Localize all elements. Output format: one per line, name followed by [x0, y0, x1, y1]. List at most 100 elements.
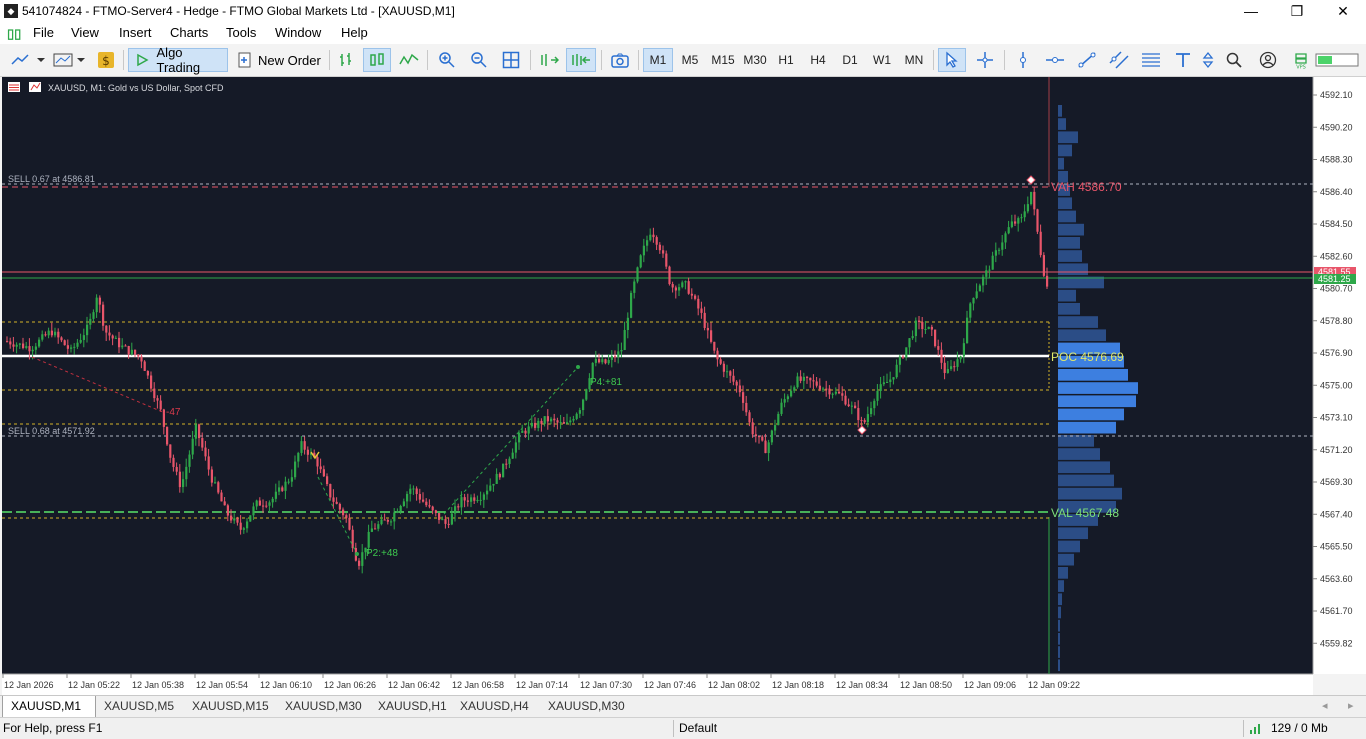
menu-help[interactable]: Help — [341, 25, 368, 40]
candle-body — [153, 388, 156, 399]
tab-xauusd-m30[interactable]: XAUUSD,M30 — [277, 696, 370, 717]
tab-xauusd-m5[interactable]: XAUUSD,M5 — [96, 696, 182, 717]
zoom-in-icon[interactable] — [434, 48, 460, 72]
tf-m5[interactable]: M5 — [675, 48, 705, 72]
candle-body — [866, 414, 869, 423]
menu-file[interactable]: File — [33, 25, 54, 40]
tf-h1[interactable]: H1 — [771, 48, 801, 72]
horizontal-line-icon[interactable] — [1042, 48, 1068, 72]
candlestick-icon[interactable] — [363, 48, 391, 72]
candle-body — [175, 466, 178, 472]
candle-body — [722, 363, 725, 372]
menu-insert[interactable]: Insert — [119, 25, 152, 40]
tab-xauusd-h1[interactable]: XAUUSD,H1 — [370, 696, 455, 717]
algo-trading-button[interactable]: Algo Trading — [128, 45, 228, 75]
chart-template-icon[interactable] — [52, 48, 88, 72]
zoom-out-icon[interactable] — [466, 48, 492, 72]
account-icon[interactable] — [1256, 48, 1280, 72]
line-chart-icon[interactable] — [396, 48, 422, 72]
candle-body — [252, 506, 255, 516]
vps-icon[interactable]: VPS — [1290, 48, 1312, 72]
tile-windows-icon[interactable] — [498, 48, 524, 72]
tf-h4[interactable]: H4 — [803, 48, 833, 72]
candle-body — [767, 442, 770, 454]
candle-body — [230, 515, 233, 521]
candle-body — [508, 458, 511, 464]
arrows-icon[interactable] — [1196, 48, 1220, 72]
candle-body — [271, 498, 274, 503]
auto-scroll-icon[interactable] — [566, 48, 596, 72]
candle-body — [306, 449, 309, 455]
price-chart[interactable]: 4592.10 4590.20 4588.30 4586.40 4584.50 4582.… — [0, 77, 1366, 695]
tf-m1[interactable]: M1 — [643, 48, 673, 72]
candle-body — [1020, 217, 1023, 219]
candle-body — [28, 346, 31, 352]
cursor-icon[interactable] — [938, 48, 966, 72]
candle-body — [1046, 275, 1049, 287]
fibonacci-icon[interactable] — [1138, 48, 1164, 72]
candle-body — [626, 317, 629, 331]
candle-body — [297, 452, 300, 462]
tab-xauusd-m15[interactable]: XAUUSD,M15 — [184, 696, 277, 717]
menu-window[interactable]: Window — [275, 25, 321, 40]
tab-xauusd-m30-2[interactable]: XAUUSD,M30 — [540, 696, 633, 717]
vertical-line-icon[interactable] — [1010, 48, 1036, 72]
candle-body — [217, 482, 220, 493]
candle-body — [796, 376, 799, 388]
close-button[interactable]: ✕ — [1320, 0, 1366, 22]
menu-charts[interactable]: Charts — [170, 25, 208, 40]
tab-xauusd-h4[interactable]: XAUUSD,H4 — [452, 696, 537, 717]
price-tick-label: 4575.00 — [1320, 380, 1353, 390]
tabs-scroll-right-icon[interactable]: ▸ — [1348, 699, 1354, 712]
candle-body — [86, 324, 89, 336]
candle-body — [566, 422, 569, 424]
candle-body — [860, 420, 863, 422]
menu-tools[interactable]: Tools — [226, 25, 256, 40]
new-order-button[interactable]: New Order — [232, 48, 322, 72]
price-tick-label: 4559.82 — [1320, 638, 1353, 648]
tf-d1[interactable]: D1 — [835, 48, 865, 72]
candle-body — [607, 359, 610, 364]
text-tool-icon[interactable] — [1170, 48, 1196, 72]
candle-body — [223, 501, 226, 506]
crosshair-icon[interactable] — [972, 48, 998, 72]
candle-body — [703, 312, 706, 328]
candle-body — [111, 335, 114, 339]
candle-body — [748, 412, 751, 423]
tab-xauusd-m1[interactable]: XAUUSD,M1 — [2, 696, 96, 718]
chart-type-line-icon[interactable] — [8, 48, 48, 72]
channel-icon[interactable] — [1106, 48, 1132, 72]
candle-body — [841, 393, 844, 396]
candle-body — [662, 250, 665, 254]
candle-body — [207, 456, 210, 470]
tf-w1[interactable]: W1 — [867, 48, 897, 72]
tf-mn[interactable]: MN — [899, 48, 929, 72]
candle-body — [578, 410, 581, 414]
chart-window[interactable]: 4592.10 4590.20 4588.30 4586.40 4584.50 4582.… — [0, 77, 1366, 695]
time-tick-label: 12 Jan 08:50 — [900, 680, 952, 690]
candle-body — [118, 337, 121, 348]
minimize-button[interactable]: — — [1228, 0, 1274, 22]
candle-body — [498, 473, 501, 478]
screenshot-icon[interactable] — [607, 48, 633, 72]
bar-chart-icon[interactable] — [334, 48, 358, 72]
maximize-button[interactable]: ❐ — [1274, 0, 1320, 22]
tf-m30[interactable]: M30 — [739, 48, 771, 72]
volume-profile-bar — [1058, 527, 1088, 540]
trendline-icon[interactable] — [1074, 48, 1100, 72]
menu-view[interactable]: View — [71, 25, 99, 40]
search-icon[interactable] — [1222, 48, 1246, 72]
candle-body — [953, 366, 956, 368]
market-icon[interactable]: $ — [94, 48, 118, 72]
candle-body — [966, 317, 969, 344]
volume-profile-bar — [1058, 210, 1076, 223]
chart-shift-icon[interactable] — [536, 48, 562, 72]
candle-body — [82, 335, 85, 340]
candle-body — [335, 501, 338, 504]
candle-body — [786, 396, 789, 400]
tf-m15[interactable]: M15 — [707, 48, 739, 72]
candle-body — [329, 484, 332, 498]
candle-body — [514, 442, 517, 453]
tabs-scroll-left-icon[interactable]: ◂ — [1322, 699, 1328, 712]
candle-body — [220, 492, 223, 502]
